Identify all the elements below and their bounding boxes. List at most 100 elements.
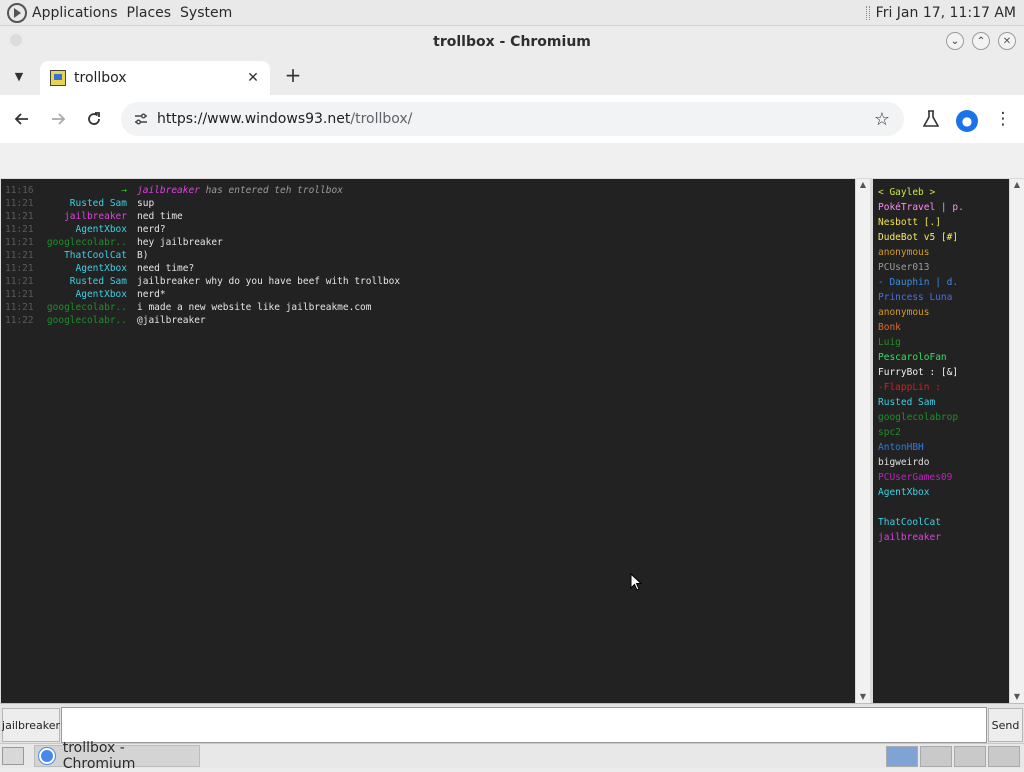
forward-button[interactable] <box>44 105 72 133</box>
message-nick[interactable]: jailbreaker <box>37 210 127 223</box>
message-text: nerd* <box>137 289 166 300</box>
message-nick[interactable]: → <box>37 184 127 197</box>
user-list-item[interactable]: PokéTravel | p. <box>873 200 1009 215</box>
system-message-text: has entered teh trollbox <box>199 185 343 196</box>
mouse-cursor-icon <box>630 573 642 591</box>
profile-button[interactable]: ● <box>956 105 978 133</box>
message-timestamp: 11:21 <box>5 237 34 248</box>
scroll-up-icon[interactable]: ▲ <box>856 179 870 191</box>
chat-scrollbar[interactable]: ▲ ▼ <box>856 179 870 703</box>
user-list-item[interactable]: Nesbott [.] <box>873 215 1009 230</box>
message-nick[interactable]: googlecolabr.. <box>37 314 127 327</box>
chat-message: 11:21 ThatCoolCat B) <box>1 249 855 262</box>
workspace-1[interactable] <box>886 746 918 767</box>
send-button[interactable]: Send <box>988 708 1023 742</box>
tab-close-icon[interactable]: ✕ <box>244 70 262 86</box>
message-nick[interactable]: AgentXbox <box>37 262 127 275</box>
user-list-item[interactable]: bigweirdo <box>873 455 1009 470</box>
labs-flask-icon[interactable] <box>920 105 942 133</box>
message-text: hey jailbreaker <box>137 237 223 248</box>
tab-search-chevron-icon[interactable]: ▼ <box>9 66 29 86</box>
taskbar: trollbox - Chromium <box>0 740 1024 772</box>
user-list-item[interactable]: FurryBot : [&] <box>873 365 1009 380</box>
message-nick[interactable]: AgentXbox <box>37 288 127 301</box>
message-text: sup <box>137 198 155 209</box>
user-list-item[interactable]: AntonHBH <box>873 440 1009 455</box>
back-button[interactable] <box>8 105 36 133</box>
user-list-item[interactable]: DudeBot v5 [#] <box>873 230 1009 245</box>
message-nick[interactable]: Rusted Sam <box>37 197 127 210</box>
user-list-item[interactable]: Rusted Sam <box>873 395 1009 410</box>
user-list-item[interactable]: -FlappLin : <box>873 380 1009 395</box>
user-list-item[interactable]: - Dauphin | d. <box>873 275 1009 290</box>
window-controls: ⌄ ⌃ ✕ <box>946 32 1016 50</box>
workspace-4[interactable] <box>988 746 1020 767</box>
user-list-item[interactable]: PescaroloFan <box>873 350 1009 365</box>
workspace-2[interactable] <box>920 746 952 767</box>
chat-log[interactable]: 11:16 → jailbreaker has entered teh trollb… <box>1 179 855 703</box>
address-bar[interactable]: https://www.windows93.net/trollbox/ ☆ <box>121 102 904 136</box>
forward-arrow-icon <box>52 113 66 125</box>
menu-kebab-icon[interactable]: ⋮ <box>992 105 1014 133</box>
url-path: /trollbox/ <box>350 111 413 127</box>
window-titlebar[interactable]: trollbox - Chromium ⌄ ⌃ ✕ <box>0 27 1024 57</box>
workspace-3[interactable] <box>954 746 986 767</box>
menu-places[interactable]: Places <box>127 5 172 21</box>
scroll-down-icon[interactable]: ▼ <box>856 691 870 703</box>
show-desktop-icon[interactable] <box>2 747 24 765</box>
user-list-scrollbar[interactable]: ▲ ▼ <box>1010 179 1024 703</box>
user-list-item[interactable]: anonymous <box>873 305 1009 320</box>
clock[interactable]: Fri Jan 17, 11:17 AM <box>876 5 1016 21</box>
message-nick[interactable]: AgentXbox <box>37 223 127 236</box>
message-nick[interactable]: googlecolabr.. <box>37 236 127 249</box>
site-info-icon[interactable] <box>131 109 151 129</box>
window-title: trollbox - Chromium <box>433 34 591 50</box>
message-timestamp: 11:22 <box>5 315 34 326</box>
chat-input-bar: jailbreaker Send <box>0 703 1024 743</box>
user-list-item[interactable]: anonymous <box>873 245 1009 260</box>
user-list-item[interactable]: AgentXbox <box>873 485 1009 500</box>
minimize-button[interactable]: ⌄ <box>946 32 964 50</box>
message-text: @jailbreaker <box>137 315 206 326</box>
user-list-item[interactable]: jailbreaker <box>873 530 1009 545</box>
message-text: ned time <box>137 211 183 222</box>
chat-message: 11:21 jailbreaker ned time <box>1 210 855 223</box>
tab-trollbox[interactable]: trollbox ✕ <box>40 61 270 95</box>
user-list-item[interactable]: spc2 <box>873 425 1009 440</box>
close-window-button[interactable]: ✕ <box>998 32 1016 50</box>
user-list-item[interactable]: Luig <box>873 335 1009 350</box>
message-timestamp: 11:21 <box>5 263 34 274</box>
user-list-item[interactable]: < Gayleb > <box>873 185 1009 200</box>
taskbar-item-chromium[interactable]: trollbox - Chromium <box>34 740 200 772</box>
message-nick[interactable]: Rusted Sam <box>37 275 127 288</box>
new-tab-button[interactable]: + <box>283 63 303 87</box>
nickname-button[interactable]: jailbreaker <box>2 708 60 742</box>
reload-button[interactable] <box>80 105 108 133</box>
message-text: jailbreaker has entered teh trollbox <box>137 184 343 197</box>
message-nick[interactable]: ThatCoolCat <box>37 249 127 262</box>
url-host: https://www.windows93.net <box>157 111 351 127</box>
message-nick[interactable]: googlecolabr.. <box>37 301 127 314</box>
user-list-item[interactable]: ThatCoolCat <box>873 515 1009 530</box>
bookmark-star-icon[interactable]: ☆ <box>874 109 890 130</box>
menu-system[interactable]: System <box>180 5 232 21</box>
maximize-button[interactable]: ⌃ <box>972 32 990 50</box>
scroll-up-icon[interactable]: ▲ <box>1010 179 1024 191</box>
distro-logo-icon[interactable] <box>6 2 28 24</box>
joined-user-nick[interactable]: jailbreaker <box>137 185 200 196</box>
user-list-item[interactable] <box>873 500 1009 515</box>
browser-toolbar: https://www.windows93.net/trollbox/ ☆ ● … <box>0 95 1024 143</box>
message-input[interactable] <box>61 707 987 743</box>
user-list[interactable]: < Gayleb > PokéTravel | p. Nesbott [.] Dude… <box>873 179 1009 703</box>
scroll-down-icon[interactable]: ▼ <box>1010 691 1024 703</box>
window-menu-icon[interactable] <box>10 34 22 46</box>
user-list-item[interactable]: Princess Luna <box>873 290 1009 305</box>
profile-avatar-icon: ● <box>956 109 978 132</box>
user-list-item[interactable]: Bonk <box>873 320 1009 335</box>
message-text: B) <box>137 250 149 261</box>
message-text: i made a new website like jailbreakme.co… <box>137 302 372 313</box>
user-list-item[interactable]: PCUser013 <box>873 260 1009 275</box>
menu-applications[interactable]: Applications <box>32 5 118 21</box>
user-list-item[interactable]: googlecolabrop <box>873 410 1009 425</box>
user-list-item[interactable]: PCUserGames09 <box>873 470 1009 485</box>
